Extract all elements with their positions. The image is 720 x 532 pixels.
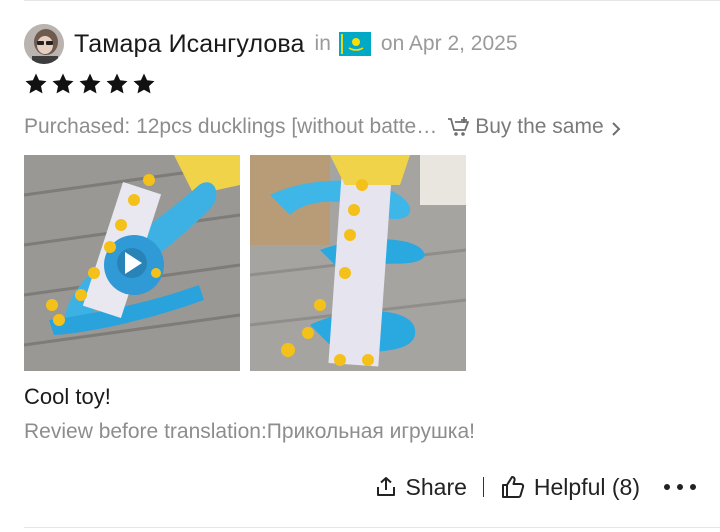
avatar[interactable] xyxy=(24,24,64,64)
review-photo-thumbnail[interactable] xyxy=(250,155,466,371)
review-date: on Apr 2, 2025 xyxy=(380,32,518,55)
purchased-item-text: Purchased: 12pcs ducklings [without batt… xyxy=(24,115,438,138)
purchase-info: Purchased: 12pcs ducklings [without batt… xyxy=(24,112,696,142)
share-icon xyxy=(374,475,398,499)
review-actions: Share Helpful (8) xyxy=(374,470,720,504)
star-icon xyxy=(106,73,128,94)
add-to-cart-icon[interactable] xyxy=(447,116,471,138)
star-icon xyxy=(133,73,155,94)
share-button[interactable]: Share xyxy=(374,474,467,501)
buy-the-same-link[interactable]: Buy the same xyxy=(475,115,603,139)
helpful-label: Helpful (8) xyxy=(533,473,640,500)
reviewer-name: Тамара Исангулова xyxy=(74,29,305,58)
star-rating xyxy=(24,72,156,96)
more-dots-icon[interactable] xyxy=(664,484,696,490)
thumbs-up-icon xyxy=(500,474,526,500)
share-label: Share xyxy=(405,473,467,500)
review-header: Тамара Исангулова in on Apr 2, 2025 xyxy=(24,22,518,66)
review-video-thumbnail[interactable] xyxy=(24,155,240,371)
actions-separator xyxy=(482,477,484,497)
star-icon xyxy=(79,73,101,94)
review-text: Cool toy! xyxy=(24,384,111,409)
country-prefix: in xyxy=(314,32,331,55)
helpful-button[interactable]: Helpful (8) xyxy=(500,474,640,501)
kazakhstan-flag-icon xyxy=(338,32,371,56)
original-review-text: Review before translation:Прикольная игр… xyxy=(24,420,475,443)
star-icon xyxy=(25,73,47,94)
chevron-right-icon xyxy=(610,119,622,136)
top-divider xyxy=(24,0,720,1)
bottom-divider xyxy=(24,527,720,528)
star-icon xyxy=(52,73,74,94)
